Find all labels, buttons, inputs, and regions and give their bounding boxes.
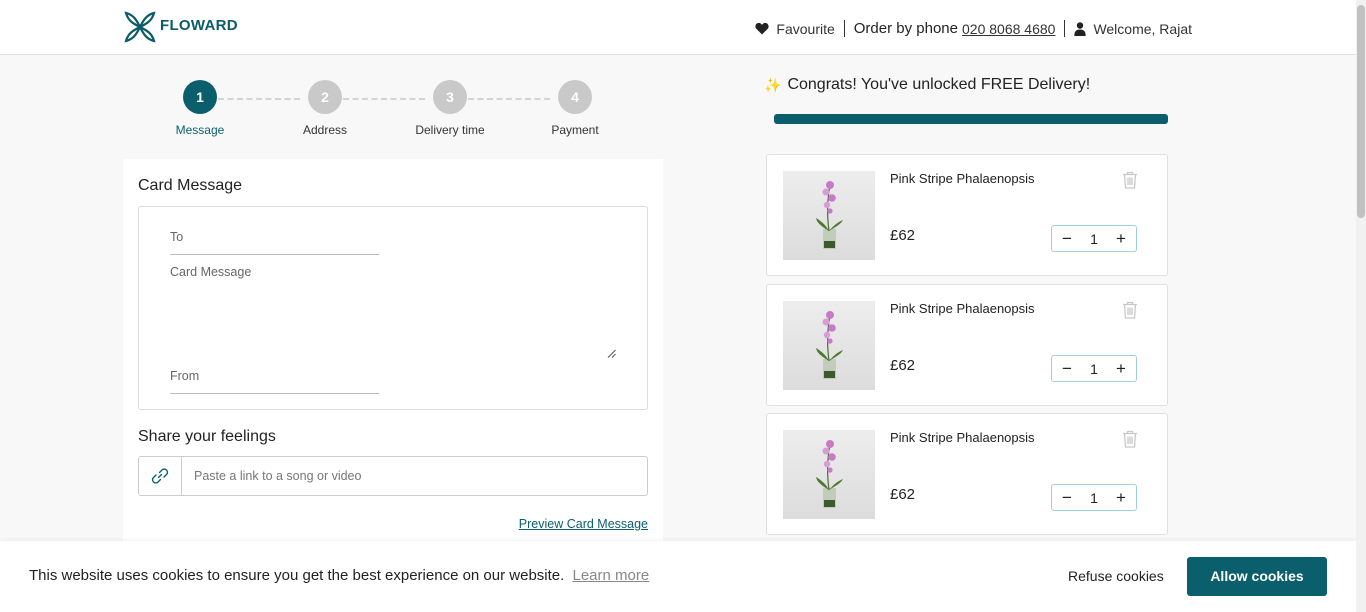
song-link-row bbox=[138, 456, 648, 496]
decrease-quantity-button[interactable]: − bbox=[1061, 360, 1073, 377]
step-message[interactable]: 1 Message bbox=[150, 80, 250, 137]
delivery-progress-fill bbox=[774, 114, 1168, 124]
checkout-stepper: 1 Message 2 Address 3 Delivery time 4 Pa… bbox=[160, 80, 640, 140]
product-price: £62 bbox=[890, 357, 916, 374]
trash-icon[interactable] bbox=[1122, 171, 1138, 189]
step-number: 1 bbox=[183, 80, 217, 114]
order-by-phone-label: Order by phone bbox=[853, 20, 958, 37]
product-image[interactable] bbox=[783, 301, 875, 390]
header-divider bbox=[843, 20, 845, 37]
product-image[interactable] bbox=[783, 171, 875, 260]
favourite-link[interactable]: Favourite bbox=[755, 20, 835, 37]
step-delivery-time[interactable]: 3 Delivery time bbox=[400, 80, 500, 137]
floward-logo-icon bbox=[124, 11, 156, 43]
heart-icon bbox=[755, 22, 769, 35]
to-field-underline bbox=[170, 254, 379, 255]
account-link[interactable]: Welcome, Rajat bbox=[1074, 21, 1192, 37]
increase-quantity-button[interactable]: + bbox=[1115, 489, 1127, 506]
to-field[interactable]: To bbox=[170, 230, 183, 244]
learn-more-link[interactable]: Learn more bbox=[572, 567, 649, 584]
step-address[interactable]: 2 Address bbox=[275, 80, 375, 137]
quantity-stepper: − 1 + bbox=[1051, 484, 1137, 511]
favourite-label: Favourite bbox=[776, 20, 835, 37]
quantity-stepper: − 1 + bbox=[1051, 225, 1137, 252]
cookie-text: This website uses cookies to ensure you … bbox=[29, 567, 565, 584]
refuse-cookies-button[interactable]: Refuse cookies bbox=[1068, 568, 1164, 584]
card-message-panel: Card Message To Card Message From Share … bbox=[123, 159, 663, 559]
cookie-notice: This website uses cookies to ensure you … bbox=[29, 567, 649, 584]
card-message-title: Card Message bbox=[138, 177, 243, 194]
party-popper-icon: ✨ bbox=[764, 76, 782, 93]
product-price: £62 bbox=[890, 486, 916, 503]
page-scrollbar[interactable] bbox=[1356, 0, 1366, 612]
step-number: 3 bbox=[433, 80, 467, 114]
scrollbar-thumb[interactable] bbox=[1357, 5, 1365, 218]
user-icon bbox=[1074, 21, 1087, 36]
header-links: Favourite Order by phone 020 8068 4680 W… bbox=[755, 20, 1192, 37]
step-label: Message bbox=[175, 123, 225, 137]
quantity-stepper: − 1 + bbox=[1051, 355, 1137, 382]
step-number: 4 bbox=[558, 80, 592, 114]
orchid-image bbox=[816, 181, 843, 249]
free-delivery-text: Congrats! You've unlocked FREE Delivery! bbox=[787, 76, 1091, 93]
quantity-value: 1 bbox=[1090, 230, 1098, 247]
card-message-form: To Card Message From bbox=[138, 206, 648, 410]
quantity-value: 1 bbox=[1090, 360, 1098, 377]
free-delivery-message: ✨ Congrats! You've unlocked FREE Deliver… bbox=[764, 76, 1090, 94]
link-icon bbox=[151, 468, 169, 484]
increase-quantity-button[interactable]: + bbox=[1115, 230, 1127, 247]
link-button[interactable] bbox=[138, 456, 182, 496]
cookie-consent-bar: This website uses cookies to ensure you … bbox=[0, 541, 1356, 612]
orchid-image bbox=[816, 311, 843, 379]
step-label: Delivery time bbox=[415, 123, 485, 137]
floward-logo[interactable]: FLOWARD bbox=[123, 10, 238, 44]
increase-quantity-button[interactable]: + bbox=[1115, 360, 1127, 377]
orchid-image bbox=[816, 440, 843, 508]
header-divider bbox=[1064, 20, 1066, 37]
product-name[interactable]: Pink Stripe Phalaenopsis bbox=[890, 171, 1035, 186]
site-header: FLOWARD Favourite Order by phone 020 806… bbox=[0, 0, 1356, 55]
welcome-text: Welcome, Rajat bbox=[1093, 20, 1192, 37]
product-name[interactable]: Pink Stripe Phalaenopsis bbox=[890, 430, 1035, 445]
step-payment[interactable]: 4 Payment bbox=[525, 80, 625, 137]
phone-number-link[interactable]: 020 8068 4680 bbox=[962, 21, 1055, 37]
cart-item: Pink Stripe Phalaenopsis £62 − 1 + bbox=[766, 154, 1168, 276]
step-number: 2 bbox=[308, 80, 342, 114]
step-label: Payment bbox=[551, 123, 599, 137]
product-price: £62 bbox=[890, 227, 916, 244]
logo-text: FLOWARD bbox=[160, 16, 238, 34]
decrease-quantity-button[interactable]: − bbox=[1061, 230, 1073, 247]
decrease-quantity-button[interactable]: − bbox=[1061, 489, 1073, 506]
resize-handle-icon[interactable] bbox=[607, 349, 616, 358]
song-link-input[interactable] bbox=[182, 456, 648, 496]
cart-item: Pink Stripe Phalaenopsis £62 − 1 + bbox=[766, 413, 1168, 535]
delivery-progress-bar bbox=[774, 114, 1168, 124]
trash-icon[interactable] bbox=[1122, 430, 1138, 448]
share-feelings-title: Share your feelings bbox=[138, 428, 276, 445]
from-field[interactable]: From bbox=[170, 369, 199, 383]
allow-cookies-button[interactable]: Allow cookies bbox=[1187, 557, 1327, 596]
product-name[interactable]: Pink Stripe Phalaenopsis bbox=[890, 301, 1035, 316]
preview-card-message-link[interactable]: Preview Card Message bbox=[519, 517, 648, 531]
quantity-value: 1 bbox=[1090, 489, 1098, 506]
card-message-textarea[interactable]: Card Message bbox=[170, 265, 251, 279]
trash-icon[interactable] bbox=[1122, 301, 1138, 319]
from-field-underline bbox=[170, 393, 379, 394]
step-label: Address bbox=[302, 123, 348, 137]
cart-item: Pink Stripe Phalaenopsis £62 − 1 + bbox=[766, 284, 1168, 406]
product-image[interactable] bbox=[783, 430, 875, 519]
